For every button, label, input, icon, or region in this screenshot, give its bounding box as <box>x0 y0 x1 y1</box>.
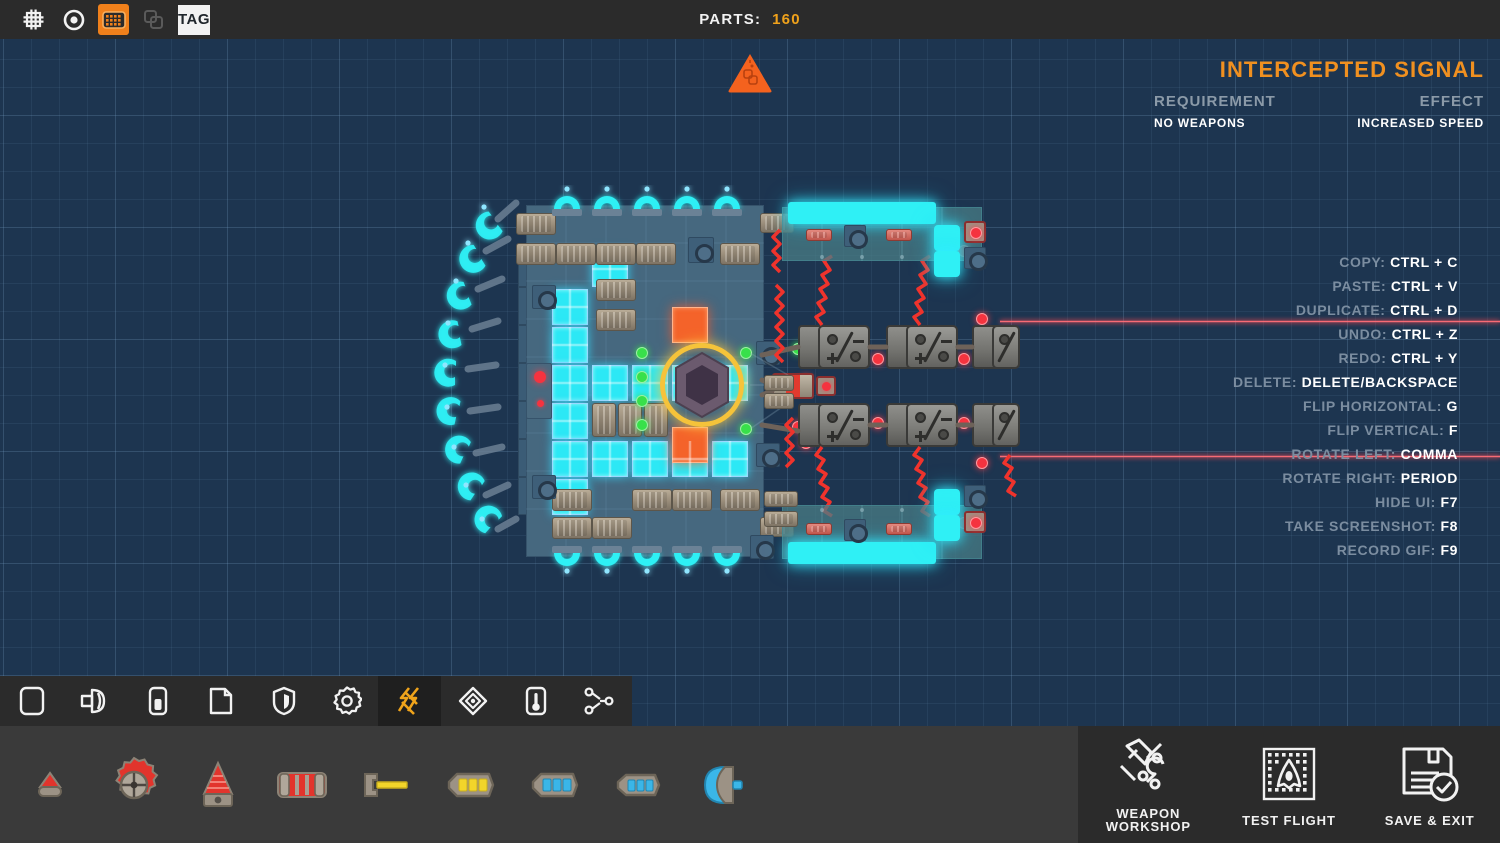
part-blue-cell-b[interactable] <box>602 746 674 824</box>
shortcut-value: F <box>1448 422 1458 438</box>
signal-title: INTERCEPTED SIGNAL <box>1219 57 1484 82</box>
save-exit-button[interactable]: SAVE & EXIT <box>1366 743 1494 827</box>
shortcut-row: COPY: CTRL + C <box>1038 255 1458 269</box>
shortcut-value: PERIOD <box>1400 470 1458 486</box>
hammer-wrench-icon <box>1117 736 1179 798</box>
part-laser-emitter[interactable] <box>350 746 422 824</box>
shortcut-key: ROTATE LEFT: <box>1291 446 1397 462</box>
shortcut-row: TAKE SCREENSHOT: F8 <box>1038 519 1458 533</box>
shortcut-row: PASTE: CTRL + V <box>1038 279 1458 293</box>
shortcut-key: RECORD GIF: <box>1336 542 1436 558</box>
effect-value: INCREASED SPEED <box>1357 116 1484 131</box>
shortcut-value: DELETE/BACKSPACE <box>1301 374 1458 390</box>
parts-palette <box>0 726 1078 843</box>
requirement-value: NO WEAPONS <box>1154 116 1246 131</box>
shortcut-row: REDO: CTRL + Y <box>1038 351 1458 365</box>
shortcut-row: FLIP HORIZONTAL: G <box>1038 399 1458 413</box>
shortcut-row: UNDO: CTRL + Z <box>1038 327 1458 341</box>
shortcut-key: HIDE UI: <box>1375 494 1436 510</box>
category-utility[interactable] <box>315 676 378 726</box>
shortcut-row: FLIP VERTICAL: F <box>1038 423 1458 437</box>
category-battery[interactable] <box>126 676 189 726</box>
shortcut-key: UNDO: <box>1338 326 1388 342</box>
save-exit-label: SAVE & EXIT <box>1384 812 1475 828</box>
ship-blueprint[interactable] <box>420 185 1020 585</box>
action-button-bar: WEAPON WORKSHOP TEST FLIGHT SAVE & EXIT <box>1078 726 1500 843</box>
part-blue-cell-a[interactable] <box>518 746 590 824</box>
category-hull[interactable] <box>0 676 63 726</box>
core-reactor[interactable] <box>660 343 744 427</box>
shortcut-key: PASTE: <box>1332 278 1387 294</box>
shortcut-value: CTRL + C <box>1390 254 1458 270</box>
ship-editor-screen: TAG PARTS: 160 INTERCEPTED SIGNAL REQUIR… <box>0 0 1500 843</box>
category-thruster[interactable] <box>63 676 126 726</box>
top-toolbar: TAG PARTS: 160 <box>0 0 1500 39</box>
shortcut-key: DELETE: <box>1233 374 1298 390</box>
parts-counter: PARTS: 160 <box>0 0 1500 39</box>
shortcut-key: REDO: <box>1338 350 1387 366</box>
category-special[interactable] <box>441 676 504 726</box>
requirement-label: REQUIREMENT <box>1154 93 1276 111</box>
shortcut-value: F8 <box>1440 518 1458 534</box>
part-spike-mine[interactable] <box>14 746 86 824</box>
part-turret[interactable] <box>98 746 170 824</box>
shortcut-value: G <box>1446 398 1458 414</box>
category-weapons[interactable] <box>378 676 441 726</box>
category-shield[interactable] <box>252 676 315 726</box>
red-indicator-module <box>526 363 552 419</box>
shortcut-row: DELETE: DELETE/BACKSPACE <box>1038 375 1458 389</box>
test-flight-label: TEST FLIGHT <box>1242 812 1336 828</box>
shortcut-key: ROTATE RIGHT: <box>1282 470 1397 486</box>
effect-label: EFFECT <box>1419 93 1484 111</box>
category-sensor[interactable] <box>504 676 567 726</box>
shortcut-value: F7 <box>1440 494 1458 510</box>
signal-effect: EFFECT INCREASED SPEED <box>1357 94 1484 129</box>
category-cargo[interactable] <box>189 676 252 726</box>
shortcut-row: DUPLICATE: CTRL + D <box>1038 303 1458 317</box>
shortcut-key: FLIP VERTICAL: <box>1327 422 1445 438</box>
parts-label: PARTS: <box>699 11 762 28</box>
signal-requirement: REQUIREMENT NO WEAPONS <box>1154 94 1276 129</box>
shortcut-value: CTRL + Y <box>1391 350 1458 366</box>
part-category-bar <box>0 676 632 726</box>
shortcut-value: CTRL + V <box>1390 278 1458 294</box>
keyboard-shortcuts-list: COPY: CTRL + C PASTE: CTRL + V DUPLICATE… <box>1038 255 1458 557</box>
part-shield-emitter[interactable] <box>686 746 758 824</box>
shortcut-key: DUPLICATE: <box>1295 302 1386 318</box>
intercepted-signal-panel: INTERCEPTED SIGNAL REQUIREMENT NO WEAPON… <box>1154 57 1484 129</box>
shortcut-row: ROTATE LEFT: COMMA <box>1038 447 1458 461</box>
shortcut-row: RECORD GIF: F9 <box>1038 543 1458 557</box>
parts-value: 160 <box>772 11 801 28</box>
shortcut-key: COPY: <box>1339 254 1386 270</box>
shortcut-value: COMMA <box>1400 446 1458 462</box>
shortcut-value: CTRL + D <box>1390 302 1458 318</box>
weapon-workshop-label: WEAPON WORKSHOP <box>1105 806 1191 834</box>
part-drill[interactable] <box>182 746 254 824</box>
rocket-grid-icon <box>1258 743 1320 805</box>
warning-blocks-icon <box>727 52 773 94</box>
weapon-workshop-button[interactable]: WEAPON WORKSHOP <box>1084 736 1212 833</box>
shortcut-row: ROTATE RIGHT: PERIOD <box>1038 471 1458 485</box>
test-flight-button[interactable]: TEST FLIGHT <box>1225 743 1353 827</box>
shortcut-value: F9 <box>1440 542 1458 558</box>
floppy-check-icon <box>1399 743 1461 805</box>
part-yellow-cell[interactable] <box>434 746 506 824</box>
shortcut-row: HIDE UI: F7 <box>1038 495 1458 509</box>
shortcut-key: TAKE SCREENSHOT: <box>1285 518 1436 534</box>
part-explosive[interactable] <box>266 746 338 824</box>
shortcut-value: CTRL + Z <box>1391 326 1458 342</box>
category-logic[interactable] <box>567 676 630 726</box>
shortcut-key: FLIP HORIZONTAL: <box>1303 398 1442 414</box>
